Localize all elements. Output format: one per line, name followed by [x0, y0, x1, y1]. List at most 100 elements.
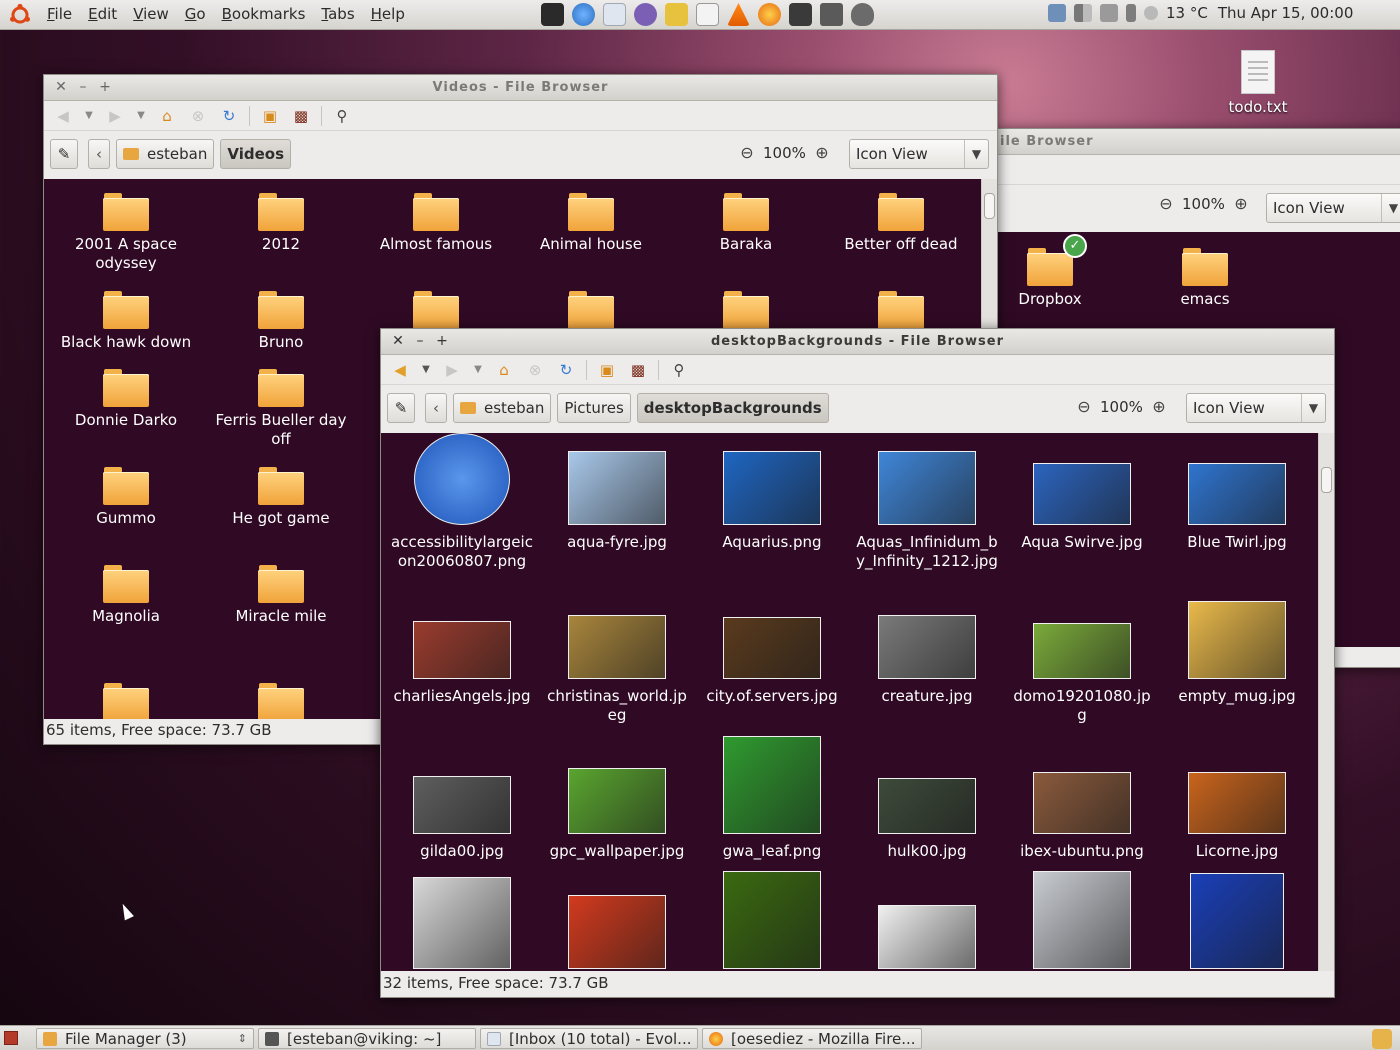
- taskbar-item-file-manager[interactable]: File Manager (3) ⇕: [36, 1028, 254, 1049]
- path-back-button[interactable]: ‹: [425, 393, 447, 423]
- view-mode-select[interactable]: Icon View ▼: [849, 139, 989, 169]
- terminal-icon[interactable]: [541, 3, 564, 26]
- ubuntu-logo-icon[interactable]: [8, 3, 32, 27]
- zoom-in-icon[interactable]: ⊕: [1231, 194, 1251, 213]
- image-file-item[interactable]: Aquarius.png: [697, 451, 847, 552]
- trash-icon[interactable]: [1372, 1029, 1392, 1049]
- menu-tabs[interactable]: Tabs: [321, 5, 354, 23]
- camera-icon[interactable]: [820, 3, 843, 26]
- image-file-item[interactable]: empty_mug.jpg: [1162, 601, 1312, 706]
- folder-item[interactable]: 2001 A space odyssey: [51, 193, 201, 273]
- scrollbar-thumb[interactable]: [1321, 467, 1332, 493]
- bluetooth-icon[interactable]: [1048, 4, 1066, 22]
- taskbar-item-evolution[interactable]: [Inbox (10 total) - Evol...: [480, 1028, 698, 1049]
- image-file-item[interactable]: hulk00.jpg: [852, 778, 1002, 861]
- folder-item[interactable]: Almost famous: [361, 193, 511, 254]
- globe-icon[interactable]: [572, 3, 595, 26]
- image-file-item[interactable]: aqua-fyre.jpg: [542, 451, 692, 552]
- image-file-item[interactable]: Blue Twirl.jpg: [1162, 463, 1312, 552]
- window-titlebar[interactable]: ✕ – + Videos - File Browser: [44, 75, 997, 101]
- folder-item[interactable]: [516, 291, 666, 333]
- folder-item[interactable]: [206, 683, 356, 719]
- computer-icon[interactable]: ▩: [290, 105, 312, 127]
- window-titlebar[interactable]: ✕ – + desktopBackgrounds - File Browser: [381, 329, 1334, 355]
- chat-icon[interactable]: [634, 3, 657, 26]
- image-file-item[interactable]: charliesAngels.jpg: [387, 621, 537, 706]
- path-button-videos[interactable]: Videos: [220, 139, 292, 169]
- taskbar-item-terminal[interactable]: [esteban@viking: ~]: [258, 1028, 476, 1049]
- folder-item[interactable]: [51, 683, 201, 719]
- image-file-item[interactable]: gilda00.jpg: [387, 776, 537, 861]
- image-file-item[interactable]: [1007, 871, 1157, 971]
- forward-arrow-icon[interactable]: ▶: [104, 105, 126, 127]
- image-file-item[interactable]: [542, 895, 692, 971]
- home-icon[interactable]: ⌂: [493, 359, 515, 381]
- mail-icon[interactable]: [603, 3, 626, 26]
- image-file-item[interactable]: Licorne.jpg: [1162, 772, 1312, 861]
- back-arrow-icon[interactable]: ◀: [389, 359, 411, 381]
- reload-icon[interactable]: ↻: [218, 105, 240, 127]
- scrollbar-thumb[interactable]: [984, 193, 995, 219]
- folder-item[interactable]: Ferris Bueller day off: [206, 369, 356, 449]
- folder-item[interactable]: Magnolia: [51, 565, 201, 626]
- signal-icon[interactable]: [1074, 4, 1092, 22]
- window-titlebar[interactable]: ile Browser: [998, 129, 1400, 155]
- folder-item[interactable]: Donnie Darko: [51, 369, 201, 430]
- firefox-icon[interactable]: [758, 3, 781, 26]
- chevron-down-icon[interactable]: ▼: [472, 359, 484, 381]
- image-file-item[interactable]: domo19201080.jpg: [1007, 623, 1157, 725]
- folder-item[interactable]: 2012: [206, 193, 356, 254]
- folder-item[interactable]: Better off dead: [826, 193, 976, 254]
- cat-icon[interactable]: [851, 3, 874, 26]
- chevron-down-icon[interactable]: ▼: [83, 105, 95, 127]
- menu-view[interactable]: View: [133, 5, 169, 23]
- zoom-out-icon[interactable]: ⊖: [737, 143, 757, 162]
- view-mode-select[interactable]: Icon View ▼: [1266, 193, 1400, 223]
- pencil-icon[interactable]: ✎: [50, 139, 78, 169]
- weather-icon[interactable]: [1144, 6, 1158, 20]
- search-icon[interactable]: ⚲: [331, 105, 353, 127]
- clock[interactable]: Thu Apr 15, 00:00: [1218, 4, 1354, 22]
- folder-item[interactable]: emacs: [1130, 248, 1280, 309]
- zoom-in-icon[interactable]: ⊕: [812, 143, 832, 162]
- zoom-level[interactable]: 100%: [763, 144, 806, 162]
- path-button-pictures[interactable]: Pictures: [557, 393, 631, 423]
- path-button-desktopbackgrounds[interactable]: desktopBackgrounds: [636, 393, 829, 423]
- zoom-out-icon[interactable]: ⊖: [1074, 397, 1094, 416]
- zoom-in-icon[interactable]: ⊕: [1149, 397, 1169, 416]
- image-file-item[interactable]: Aquas_Infinidum_by_Infinity_1212.jpg: [852, 451, 1002, 571]
- weather-temperature[interactable]: 13 °C: [1166, 4, 1208, 22]
- lock-icon[interactable]: [665, 3, 688, 26]
- image-file-item[interactable]: ibex-ubuntu.png: [1007, 772, 1157, 861]
- image-file-item[interactable]: [1162, 873, 1312, 971]
- pencil-icon[interactable]: ✎: [387, 393, 415, 423]
- back-arrow-icon[interactable]: ◀: [52, 105, 74, 127]
- forward-arrow-icon[interactable]: ▶: [441, 359, 463, 381]
- image-file-item[interactable]: city.of.servers.jpg: [697, 617, 847, 706]
- home-icon[interactable]: ⌂: [156, 105, 178, 127]
- vlc-icon[interactable]: [727, 3, 750, 26]
- image-file-item[interactable]: creature.jpg: [852, 615, 1002, 706]
- folder-item[interactable]: Gummo: [51, 467, 201, 528]
- folder-item[interactable]: Black hawk down: [51, 291, 201, 352]
- volume-icon[interactable]: [1100, 4, 1118, 22]
- path-back-button[interactable]: ‹: [88, 139, 110, 169]
- folder-item[interactable]: [671, 291, 821, 333]
- home-folder-icon[interactable]: ▣: [259, 105, 281, 127]
- reload-icon[interactable]: ↻: [555, 359, 577, 381]
- image-file-item[interactable]: christinas_world.jpeg: [542, 615, 692, 725]
- chevron-down-icon[interactable]: ▼: [135, 105, 147, 127]
- home-folder-icon[interactable]: ▣: [596, 359, 618, 381]
- folder-item[interactable]: Baraka: [671, 193, 821, 254]
- computer-icon[interactable]: ▩: [627, 359, 649, 381]
- menu-bookmarks[interactable]: Bookmarks: [222, 5, 306, 23]
- image-file-item[interactable]: accessibilitylargeicon20060807.png: [387, 433, 537, 571]
- search-icon[interactable]: ⚲: [668, 359, 690, 381]
- taskbar-item-firefox[interactable]: [oesediez - Mozilla Fire...: [702, 1028, 922, 1049]
- path-button-esteban[interactable]: esteban: [116, 139, 215, 169]
- view-mode-select[interactable]: Icon View ▼: [1186, 393, 1326, 423]
- menu-file[interactable]: File: [47, 5, 72, 23]
- path-button-esteban[interactable]: esteban: [453, 393, 552, 423]
- folder-item[interactable]: Miracle mile: [206, 565, 356, 626]
- image-file-item[interactable]: Aqua Swirve.jpg: [1007, 463, 1157, 552]
